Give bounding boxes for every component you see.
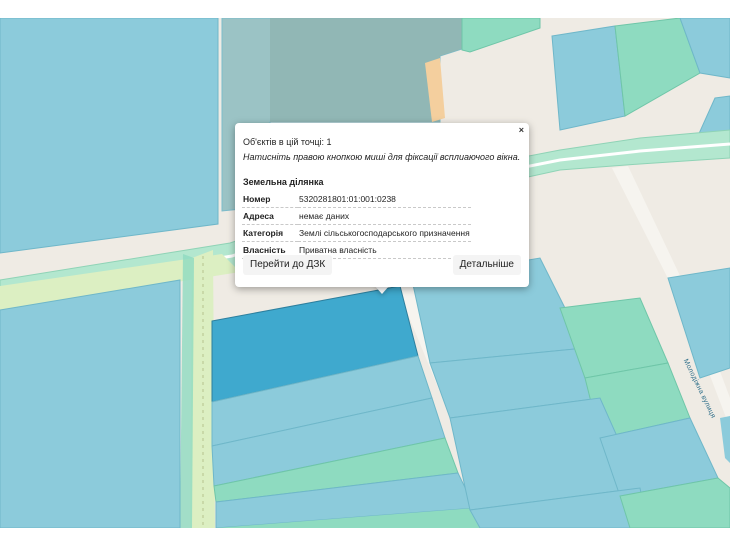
- table-row: Адреса немає даних: [242, 207, 471, 225]
- details-button[interactable]: Детальніше: [452, 255, 521, 275]
- parcel[interactable]: [461, 18, 541, 53]
- feature-popup: × Об'єктів в цій точці: 1 Натисніть прав…: [235, 123, 529, 287]
- table-row: Номер 5320281801:01:001:0238: [242, 191, 471, 208]
- row-key: Адреса: [242, 207, 298, 225]
- go-to-dzk-button[interactable]: Перейти до ДЗК: [243, 255, 333, 275]
- row-value: немає даних: [298, 207, 471, 225]
- object-count: Об'єктів в цій точці: 1: [243, 137, 332, 147]
- parcel[interactable]: [720, 416, 730, 463]
- table-row: Категорія Землі сільськогосподарського п…: [242, 224, 471, 242]
- attributes-table: Номер 5320281801:01:001:0238 Адреса нема…: [242, 191, 471, 259]
- parcel[interactable]: [180, 254, 194, 528]
- section-title: Земельна ділянка: [243, 177, 324, 187]
- row-value: 5320281801:01:001:0238: [298, 191, 471, 208]
- parcel[interactable]: [551, 25, 626, 131]
- popup-hint: Натисніть правою кнопкою миші для фіксац…: [243, 152, 521, 162]
- parcel[interactable]: [0, 18, 219, 254]
- close-icon[interactable]: ×: [519, 125, 524, 135]
- parcel[interactable]: [667, 267, 730, 379]
- parcel[interactable]: [0, 279, 181, 528]
- row-key: Категорія: [242, 224, 298, 242]
- row-key: Номер: [242, 191, 298, 208]
- row-value: Землі сільськогосподарського призначення: [298, 224, 471, 242]
